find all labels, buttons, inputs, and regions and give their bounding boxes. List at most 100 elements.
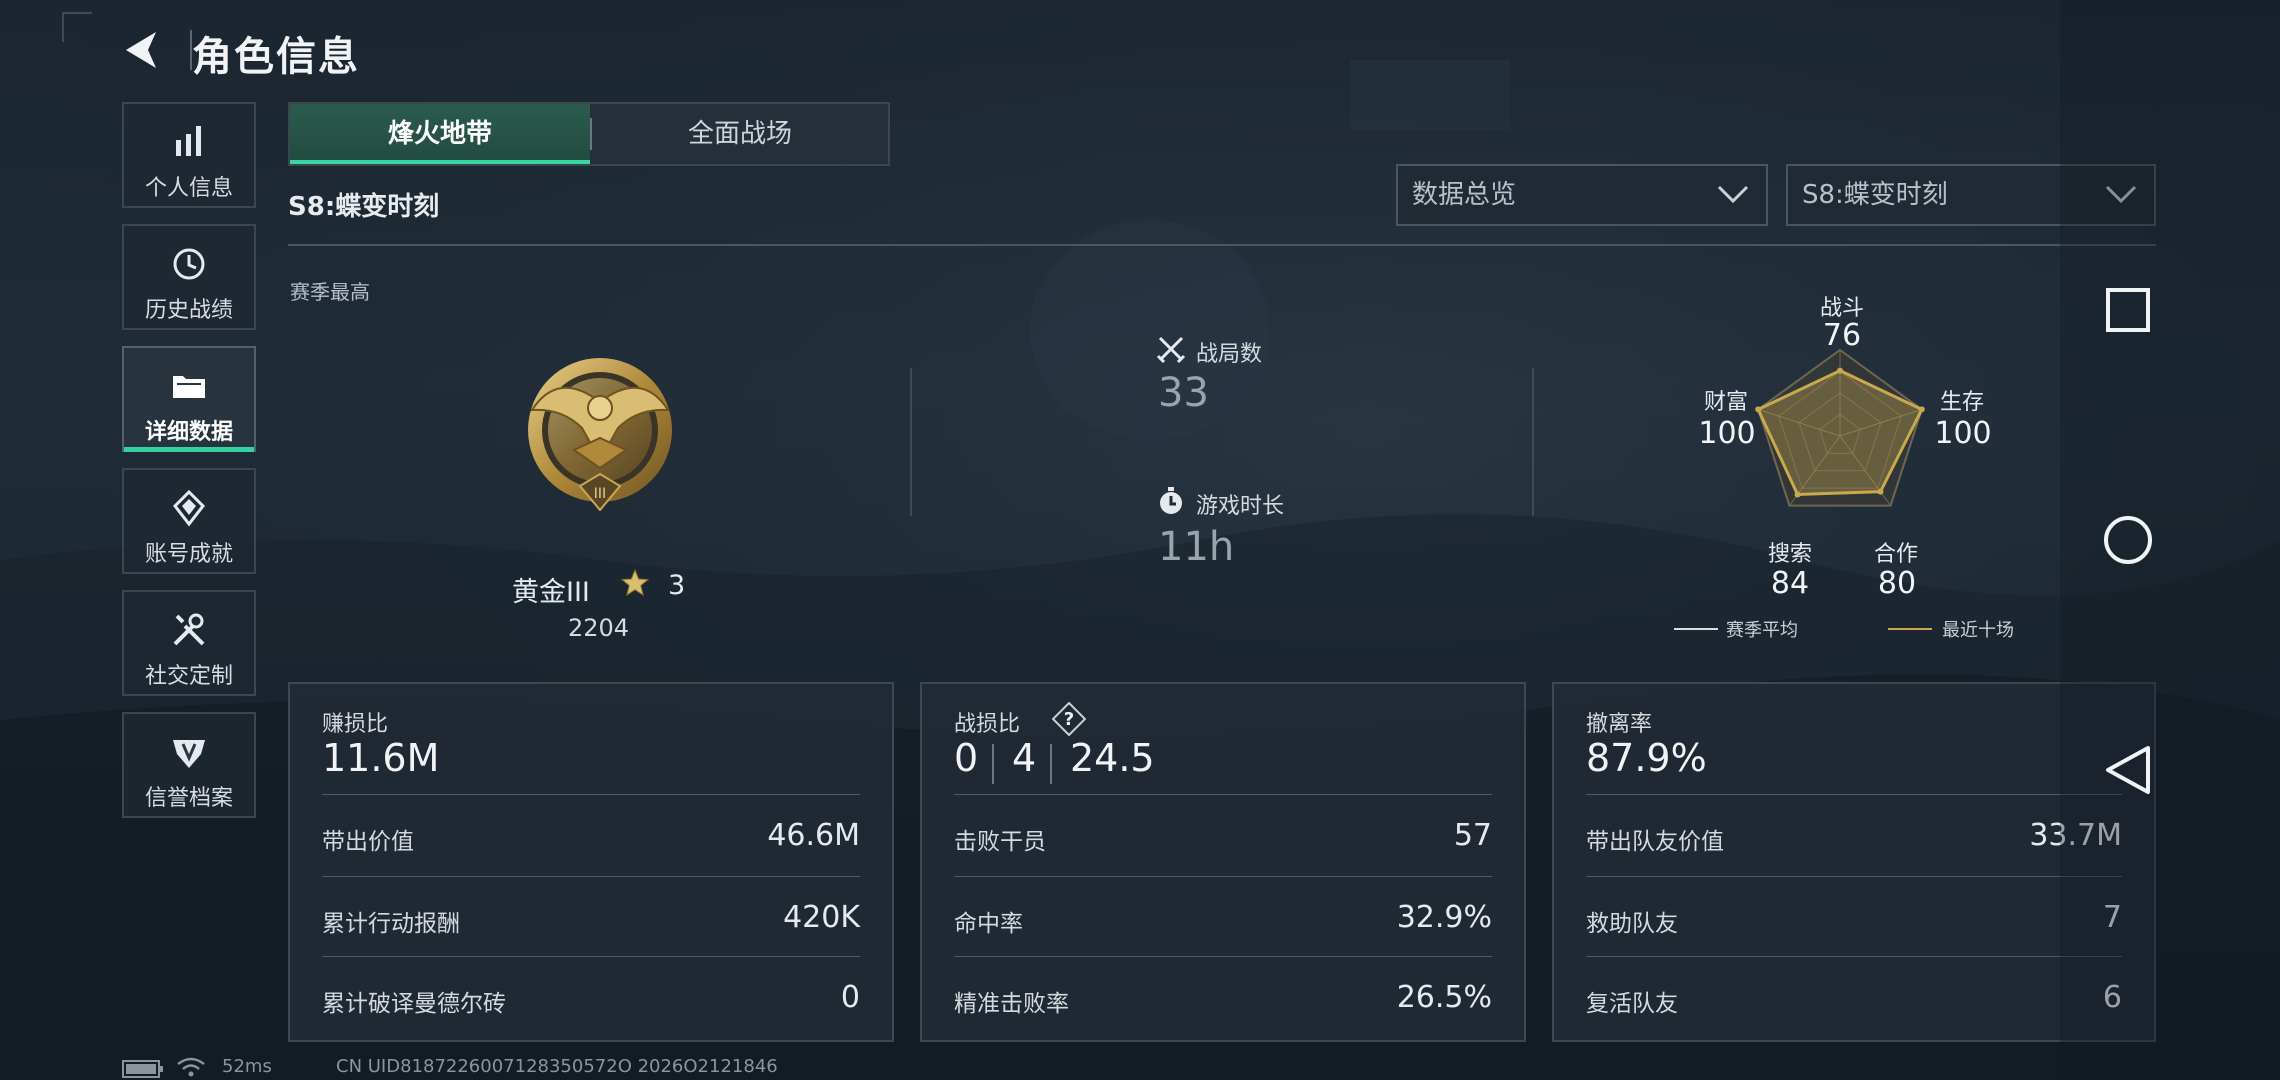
matches-value: 33: [1158, 370, 1209, 416]
battery-icon: [122, 1060, 163, 1078]
legend-recent: 最近十场: [1942, 620, 2014, 641]
rank-name: 黄金III: [512, 577, 590, 608]
radar-point: [1877, 488, 1884, 495]
kd-ratio: 24.5: [1070, 736, 1155, 780]
tab-label: 烽火地带: [387, 119, 492, 149]
folder-icon: [173, 376, 205, 398]
page-title: 角色信息: [192, 34, 360, 80]
row-divider: [322, 876, 860, 877]
table-row: 命中率 32.9%: [954, 878, 1492, 958]
tab-full-battlefield[interactable]: 全面战场: [590, 104, 890, 164]
table-row: 累计行动报酬 420K: [322, 878, 860, 958]
recent-apps-icon[interactable]: [2098, 280, 2158, 340]
sidebar-item-label: 信誉档案: [144, 786, 233, 811]
row-value: 26.5%: [1396, 980, 1492, 1015]
crossed-swords-icon: [1156, 336, 1186, 364]
row-divider: [1586, 794, 2122, 795]
row-value: 57: [1453, 818, 1492, 853]
kd-kills: 0: [954, 736, 979, 780]
row-label: 精准击败率: [954, 991, 1069, 1017]
view-dropdown[interactable]: 数据总览: [1396, 164, 1768, 226]
row-label: 复活队友: [1586, 991, 1678, 1017]
sidebar-item-social-custom[interactable]: 社交定制: [122, 590, 256, 696]
profit-title: 赚损比: [322, 712, 389, 737]
sidebar-item-label: 个人信息: [144, 176, 233, 201]
radar-label-survival: 生存: [1939, 390, 1984, 415]
help-glyph: ?: [1064, 709, 1074, 730]
ping-readout: 52ms: [222, 1056, 272, 1077]
sidebar-item-personal-info[interactable]: 个人信息: [122, 102, 256, 208]
sidebar-item-reputation[interactable]: 信誉档案: [122, 712, 256, 818]
radar-value-wealth: 100: [1698, 416, 1756, 451]
radar-label-search: 搜索: [1767, 542, 1812, 567]
season-best-label: 赛季最高: [290, 280, 370, 304]
profit-card: 赚损比 11.6M 带出价值 46.6M 累计行动报酬 420K 累计破译曼德尔…: [288, 682, 894, 1042]
sidebar-item-history[interactable]: 历史战绩: [122, 224, 256, 330]
row-value: 0: [840, 980, 860, 1015]
row-divider: [322, 956, 860, 957]
row-value: 420K: [783, 900, 860, 935]
matches-label: 战局数: [1196, 342, 1263, 367]
back-arrow-icon[interactable]: [120, 28, 168, 72]
bar-chart-icon: [176, 126, 201, 156]
row-divider: [322, 794, 860, 795]
chevron-down-icon: [1717, 185, 1749, 204]
radar-point: [1837, 367, 1843, 374]
row-value: 32.9%: [1396, 900, 1492, 935]
row-label: 带出价值: [322, 829, 414, 855]
row-value: 46.6M: [767, 818, 860, 853]
radar-value-cooperation: 80: [1877, 566, 1917, 601]
radar-value-combat: 76: [1822, 318, 1862, 353]
table-row: 救助队友 7: [1586, 878, 2122, 958]
back-nav-icon[interactable]: [2098, 740, 2158, 800]
sidebar-item-detailed-data[interactable]: 详细数据: [122, 346, 256, 452]
sidebar-item-label: 账号成就: [144, 542, 233, 567]
row-divider: [1586, 956, 2122, 957]
rank-badge-numeral: III: [594, 486, 606, 502]
home-icon[interactable]: [2098, 510, 2158, 570]
section-divider: [288, 244, 2156, 246]
kd-card: 战损比 ? 0 4 24.5 击败干员 57 命中率 32.9% 精准击败率 2…: [920, 682, 1526, 1042]
radar-point: [1794, 491, 1801, 498]
stat-divider: [910, 368, 912, 516]
radar-label-wealth: 财富: [1703, 390, 1748, 415]
active-indicator: [124, 447, 254, 452]
rank-score: 2204: [568, 614, 630, 642]
extract-rate: 87.9%: [1586, 736, 1707, 780]
radar-value-survival: 100: [1934, 416, 1992, 451]
legend-recent-swatch: [1888, 628, 1932, 630]
system-nav-bar: [2060, 0, 2280, 1080]
tab-underline: [290, 160, 590, 164]
uid-readout: CN UID8187226007128350572O 2026O2121846: [336, 1056, 778, 1077]
kd-title: 战损比: [954, 712, 1021, 737]
kd-deaths: 4: [1012, 736, 1037, 780]
row-label: 累计破译曼德尔砖: [322, 991, 506, 1017]
history-clock-icon: [173, 248, 205, 280]
table-row: 累计破译曼德尔砖 0: [322, 958, 860, 1038]
row-label: 救助队友: [1586, 911, 1678, 937]
kd-divider: [1050, 744, 1052, 784]
row-divider: [954, 876, 1492, 877]
rank-badge-icon: III: [528, 358, 672, 512]
legend-season-avg-swatch: [1674, 628, 1718, 630]
help-icon[interactable]: ?: [1052, 702, 1086, 736]
row-divider: [954, 956, 1492, 957]
rank-star-count: 3: [668, 570, 686, 601]
mode-tabs: 烽火地带 全面战场: [288, 102, 890, 166]
radar-label-cooperation: 合作: [1873, 542, 1918, 567]
sidebar-item-achievements[interactable]: 账号成就: [122, 468, 256, 574]
tab-label: 全面战场: [687, 119, 792, 149]
season-dropdown-value: S8:蝶变时刻: [1802, 180, 1948, 210]
table-row: 带出队友价值 33.7M: [1586, 796, 2122, 876]
table-row: 带出价值 46.6M: [322, 796, 860, 876]
season-label: S8:蝶变时刻: [288, 192, 440, 222]
sidebar-item-label: 历史战绩: [144, 298, 233, 323]
row-label: 带出队友价值: [1586, 829, 1724, 855]
row-label: 累计行动报酬: [322, 911, 460, 937]
radar-value-search: 84: [1770, 566, 1810, 601]
table-row: 击败干员 57: [954, 796, 1492, 876]
tab-firezone[interactable]: 烽火地带: [290, 104, 590, 164]
achievement-icon: [173, 489, 205, 527]
star-icon: [620, 568, 650, 597]
sidebar-item-label: 社交定制: [144, 664, 233, 689]
